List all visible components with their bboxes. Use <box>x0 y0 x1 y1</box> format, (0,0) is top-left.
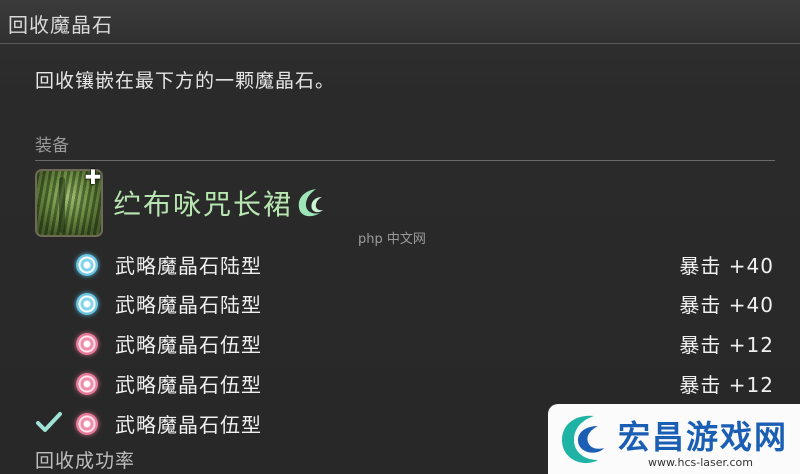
materia-stat: 暴击 +12 <box>679 373 774 397</box>
materia-row[interactable]: 武略魔晶石伍型 暴击 +12 <box>0 325 800 361</box>
materia-name: 武略魔晶石伍型 <box>115 373 262 397</box>
site-logo-icon <box>562 415 604 464</box>
item-name: 纻布咏咒长裙 <box>113 188 294 221</box>
php-watermark: php 中文网 <box>358 232 426 247</box>
materia-name: 武略魔晶石伍型 <box>115 413 262 437</box>
success-rate-label: 回收成功率 <box>35 450 136 472</box>
materia-stat: 暴击 +40 <box>679 254 774 278</box>
high-quality-icon <box>298 189 323 217</box>
watermark-url: www.hcs-laser.com <box>648 456 753 469</box>
materia-row[interactable]: 武略魔晶石陆型 暴击 +40 <box>0 246 800 282</box>
checkmark-icon <box>36 412 62 432</box>
equipment-section-label: 装备 <box>35 136 69 156</box>
retrieve-materia-window: 回收魔晶石 回收镶嵌在最下方的一颗魔晶石。 装备 ✚ 纻布咏咒长裙 武略魔晶石陆… <box>0 0 800 474</box>
materia-gem-blue-icon <box>76 254 98 276</box>
plus-icon: ✚ <box>84 165 102 189</box>
materia-gem-blue-icon <box>76 293 98 315</box>
materia-stat: 暴击 +40 <box>679 293 774 317</box>
watermark-text: 宏昌游戏网 <box>618 418 789 456</box>
materia-gem-pink-icon <box>76 413 98 435</box>
materia-row[interactable]: 武略魔晶石陆型 暴击 +40 <box>0 285 800 321</box>
materia-gem-pink-icon <box>76 373 98 395</box>
action-description: 回收镶嵌在最下方的一颗魔晶石。 <box>35 70 336 92</box>
materia-gem-pink-icon <box>76 333 98 355</box>
materia-name: 武略魔晶石陆型 <box>115 254 262 278</box>
materia-name: 武略魔晶石伍型 <box>115 333 262 357</box>
window-titlebar: 回收魔晶石 <box>0 0 800 44</box>
materia-row[interactable]: 武略魔晶石伍型 暴击 +12 <box>0 365 800 401</box>
materia-stat: 暴击 +12 <box>679 333 774 357</box>
materia-name: 武略魔晶石陆型 <box>115 293 262 317</box>
section-divider <box>35 160 775 161</box>
window-title: 回收魔晶石 <box>8 13 113 37</box>
site-watermark: 宏昌游戏网 www.hcs-laser.com <box>548 404 800 474</box>
